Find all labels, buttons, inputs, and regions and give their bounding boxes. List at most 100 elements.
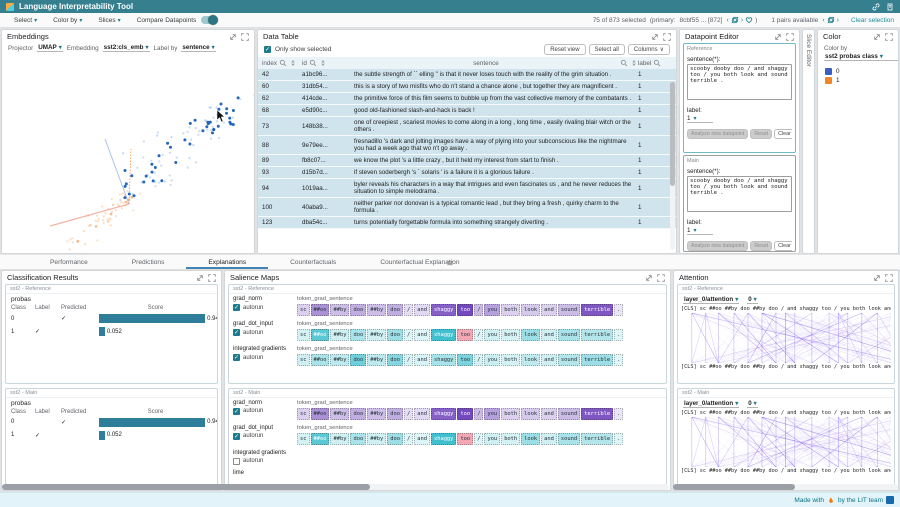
only-show-selected-checkbox[interactable]: ✓ (264, 46, 271, 53)
autorun-checkbox[interactable]: ✓ (233, 408, 240, 415)
table-row[interactable]: 68e5d90c...good old-fashioned slash-and-… (258, 105, 676, 117)
table-row[interactable]: 73148b38...one of creepiest , scariest m… (258, 117, 676, 136)
collapse-icon[interactable] (229, 33, 237, 41)
next-datapoint-button[interactable]: › (741, 17, 743, 24)
salience-token[interactable]: . (614, 354, 623, 366)
salience-token[interactable]: doo (387, 408, 403, 420)
salience-token[interactable]: doo (387, 433, 403, 445)
salience-token[interactable]: . (614, 329, 623, 341)
vertical-scrollbar[interactable] (670, 82, 675, 250)
label-select[interactable]: 1 ▾ (687, 227, 713, 235)
salience-token[interactable]: you (484, 433, 500, 445)
salience-token[interactable]: ##by (330, 304, 349, 316)
expand-icon[interactable] (885, 274, 893, 282)
collapse-icon[interactable] (873, 33, 881, 41)
salience-token[interactable]: ##by (367, 304, 386, 316)
copy-pair-icon[interactable] (827, 16, 835, 24)
salience-token[interactable]: both (501, 354, 520, 366)
salience-token[interactable]: sc (297, 354, 310, 366)
analyze-new-datapoint-button[interactable]: Analyze new datapoint (687, 129, 748, 139)
salience-token[interactable]: look (521, 304, 540, 316)
salience-token[interactable]: sound (558, 329, 580, 341)
lit-team-icon[interactable] (886, 496, 894, 504)
salience-token[interactable]: and (541, 304, 557, 316)
sentence-textarea[interactable]: scooby dooby doo / and shaggy too / you … (687, 64, 792, 100)
expand-icon[interactable] (241, 33, 249, 41)
salience-token[interactable]: look (521, 408, 540, 420)
reset-button[interactable]: Reset (750, 129, 772, 139)
reset-button[interactable]: Reset (750, 241, 772, 251)
salience-token[interactable]: you (484, 408, 500, 420)
salience-token[interactable]: doo (387, 329, 403, 341)
embedding-scatter-plot[interactable] (2, 54, 254, 253)
slice-editor-collapsed[interactable]: Slice Editor (802, 29, 815, 254)
clear-button[interactable]: Clear (774, 129, 792, 139)
salience-token[interactable]: terrible (581, 304, 613, 316)
labelby-select[interactable]: sentence ▾ (181, 44, 215, 52)
salience-token[interactable]: doo (350, 354, 366, 366)
salience-token[interactable]: too (457, 433, 473, 445)
autorun-checkbox[interactable]: ✓ (233, 304, 240, 311)
salience-token[interactable]: and (541, 354, 557, 366)
expand-icon[interactable] (663, 33, 671, 41)
tab-performance[interactable]: Performance (28, 256, 110, 269)
salience-token[interactable]: and (541, 329, 557, 341)
salience-token[interactable]: / (404, 329, 413, 341)
salience-token[interactable]: doo (350, 433, 366, 445)
salience-token[interactable]: . (614, 433, 623, 445)
salience-token[interactable]: and (414, 433, 430, 445)
collapse-icon[interactable] (774, 33, 782, 41)
label-select[interactable]: 1 ▾ (687, 115, 713, 123)
salience-token[interactable]: sc (297, 304, 310, 316)
tab-explanations[interactable]: Explanations (186, 256, 268, 269)
salience-token[interactable]: terrible (581, 408, 613, 420)
tab-predictions[interactable]: Predictions (110, 256, 187, 269)
salience-token[interactable]: / (474, 433, 483, 445)
autorun-checkbox[interactable] (233, 458, 240, 465)
salience-token[interactable]: doo (387, 354, 403, 366)
horizontal-scrollbar[interactable] (673, 484, 898, 490)
table-row[interactable]: 941019aa...byler reveals his characters … (258, 179, 676, 198)
salience-token[interactable]: sound (558, 304, 580, 316)
salience-token[interactable]: / (404, 408, 413, 420)
salience-token[interactable]: / (474, 408, 483, 420)
select-all-button[interactable]: Select all (589, 44, 625, 55)
salience-token[interactable]: shaggy (431, 354, 456, 366)
columns-button[interactable]: Columns ∨ (628, 44, 670, 55)
table-row[interactable]: 889e79ee...fresnadillo 's dark and jolti… (258, 136, 676, 155)
column-header-label[interactable]: label (638, 59, 672, 67)
embedding-select[interactable]: sst2:cls_emb ▾ (103, 44, 150, 52)
salience-token[interactable]: / (474, 329, 483, 341)
salience-token[interactable]: . (614, 304, 623, 316)
expand-icon[interactable] (208, 274, 216, 282)
search-icon[interactable] (309, 59, 317, 67)
salience-token[interactable]: look (521, 329, 540, 341)
salience-token[interactable]: too (457, 408, 473, 420)
salience-token[interactable]: sound (558, 354, 580, 366)
table-row[interactable]: 62414cde...the primitive force of this f… (258, 93, 676, 105)
salience-token[interactable]: both (501, 329, 520, 341)
salience-token[interactable]: too (457, 354, 473, 366)
drag-handle-icon[interactable] (446, 259, 454, 267)
salience-token[interactable]: terrible (581, 354, 613, 366)
salience-token[interactable]: shaggy (431, 433, 456, 445)
salience-token[interactable]: . (614, 408, 623, 420)
salience-token[interactable]: ##by (330, 329, 349, 341)
search-icon[interactable] (620, 59, 628, 67)
tab-counterfactual-explanation[interactable]: Counterfactual Explanation (358, 256, 481, 269)
reset-view-button[interactable]: Reset view (544, 44, 585, 55)
prev-datapoint-button[interactable]: ‹ (726, 17, 728, 24)
horizontal-scrollbar[interactable] (2, 484, 669, 490)
salience-token[interactable]: sc (297, 408, 310, 420)
salience-token[interactable]: ##by (367, 433, 386, 445)
expand-icon[interactable] (657, 274, 665, 282)
salience-token[interactable]: both (501, 433, 520, 445)
salience-token[interactable]: you (484, 329, 500, 341)
salience-token[interactable]: / (474, 354, 483, 366)
salience-token[interactable]: look (521, 354, 540, 366)
collapse-icon[interactable] (196, 274, 204, 282)
salience-token[interactable]: you (484, 304, 500, 316)
attention-head-select[interactable]: 0 ▾ (747, 296, 757, 304)
salience-token[interactable]: ##by (330, 433, 349, 445)
salience-token[interactable]: and (414, 304, 430, 316)
